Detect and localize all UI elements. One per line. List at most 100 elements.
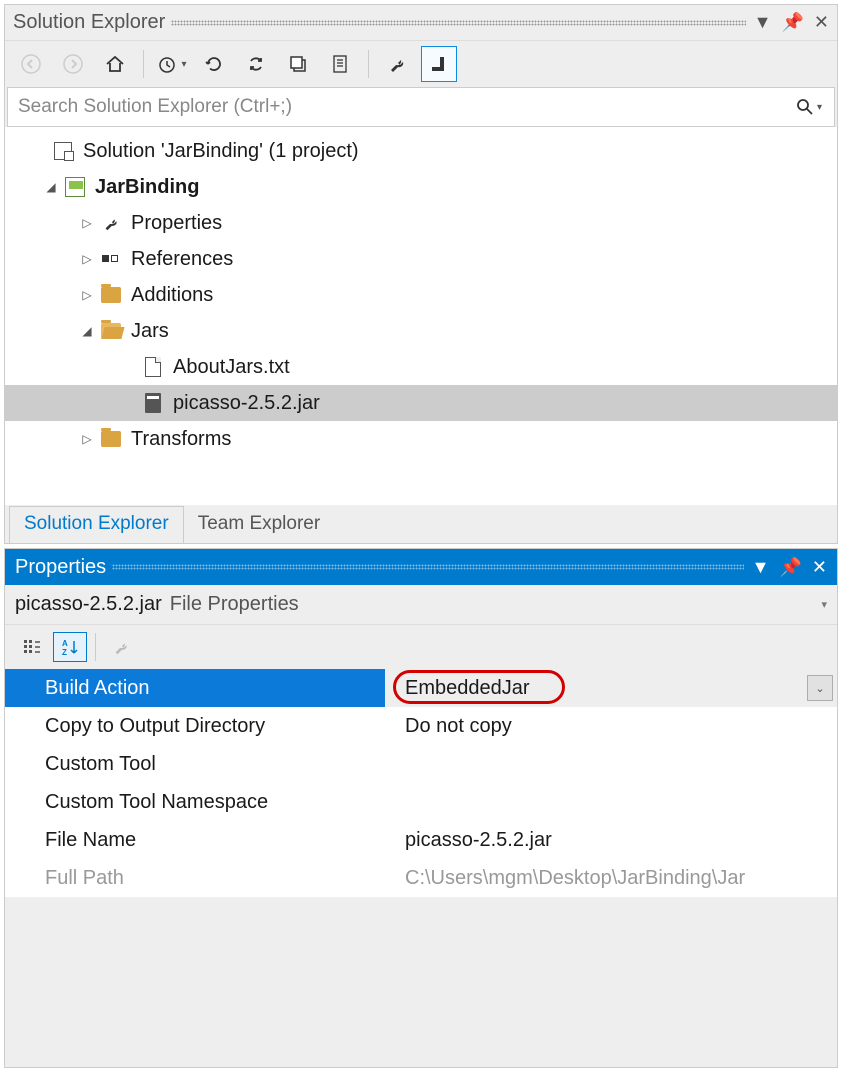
properties-file-type: File Properties [170,593,299,616]
aboutjars-node[interactable]: AboutJars.txt [5,349,837,385]
show-all-button[interactable] [322,46,358,82]
svg-text:A: A [62,639,68,648]
toolbar-separator [143,50,144,78]
preview-button[interactable] [421,46,457,82]
arrow-left-icon [21,54,41,74]
prop-value[interactable]: picasso-2.5.2.jar [385,821,837,859]
clock-icon [157,53,179,75]
search-input[interactable] [8,96,784,118]
expander-icon[interactable]: ▷ [77,252,97,266]
expander-icon[interactable]: ◢ [77,324,97,338]
solution-icon [49,140,77,162]
node-label: Properties [131,212,222,235]
prop-row-file-name[interactable]: File Name picasso-2.5.2.jar [5,821,837,859]
properties-grid: Build Action EmbeddedJar ⌄ Copy to Outpu… [5,669,837,897]
prop-row-custom-ns[interactable]: Custom Tool Namespace [5,783,837,821]
close-icon[interactable]: ✕ [814,12,829,33]
node-label: AboutJars.txt [173,356,290,379]
document-lines-icon [330,54,350,74]
prop-value-build-action[interactable]: EmbeddedJar ⌄ [385,669,837,707]
prop-value: C:\Users\mgm\Desktop\JarBinding\Jar [385,859,837,897]
expander-icon[interactable]: ▷ [77,288,97,302]
file-icon [139,356,167,378]
properties-subheader[interactable]: picasso-2.5.2.jar File Properties ▾ [5,585,837,625]
tab-solution-explorer[interactable]: Solution Explorer [9,506,184,543]
property-pages-button[interactable] [104,632,138,662]
prop-value-text: C:\Users\mgm\Desktop\JarBinding\Jar [405,867,745,890]
additions-node[interactable]: ▷ Additions [5,277,837,313]
dropdown-button[interactable]: ⌄ [807,675,833,701]
forward-button[interactable] [55,46,91,82]
search-button[interactable]: ▾ [784,98,834,116]
pin-icon[interactable]: 📌 [781,12,803,33]
dropdown-icon[interactable]: ▼ [752,557,770,578]
transforms-node[interactable]: ▷ Transforms [5,421,837,457]
arrow-right-icon [63,54,83,74]
prop-value-text: Do not copy [405,715,512,738]
prop-value[interactable] [385,745,837,783]
collapse-button[interactable] [280,46,316,82]
properties-toolbar: A Z [5,625,837,669]
sync-button[interactable] [238,46,274,82]
prop-key: File Name [5,821,385,859]
close-icon[interactable]: ✕ [812,557,827,578]
preview-icon [429,54,449,74]
properties-header: Properties ▼ 📌 ✕ [5,549,837,585]
tab-team-explorer[interactable]: Team Explorer [184,507,335,543]
toolbar-separator [95,633,96,661]
node-label: JarBinding [95,176,199,199]
node-label: Solution 'JarBinding' (1 project) [83,140,359,163]
alphabetical-button[interactable]: A Z [53,632,87,662]
node-label: Transforms [131,428,231,451]
solution-tree: Solution 'JarBinding' (1 project) ◢ JarB… [5,127,837,505]
wrench-icon [112,638,130,656]
prop-key: Build Action [5,669,385,707]
prop-value[interactable]: Do not copy [385,707,837,745]
expander-icon[interactable]: ▷ [77,216,97,230]
properties-title: Properties [15,556,106,579]
properties-node[interactable]: ▷ Properties [5,205,837,241]
folder-icon [97,428,125,450]
dropdown-icon[interactable]: ▼ [754,12,772,33]
solution-explorer-header: Solution Explorer ▼ 📌 ✕ [5,5,837,41]
solution-node[interactable]: Solution 'JarBinding' (1 project) [5,133,837,169]
node-label: picasso-2.5.2.jar [173,392,320,415]
prop-row-build-action[interactable]: Build Action EmbeddedJar ⌄ [5,669,837,707]
prop-row-copy-output[interactable]: Copy to Output Directory Do not copy [5,707,837,745]
project-icon [61,176,89,198]
refresh-button[interactable] [196,46,232,82]
prop-row-full-path[interactable]: Full Path C:\Users\mgm\Desktop\JarBindin… [5,859,837,897]
picasso-jar-node[interactable]: picasso-2.5.2.jar [5,385,837,421]
search-bar: ▾ [7,87,835,127]
expander-icon[interactable]: ◢ [41,180,61,194]
prop-key: Custom Tool Namespace [5,783,385,821]
jars-node[interactable]: ◢ Jars [5,313,837,349]
stack-icon [288,54,308,74]
panel-tabs: Solution Explorer Team Explorer [5,505,837,543]
prop-row-custom-tool[interactable]: Custom Tool [5,745,837,783]
properties-button[interactable] [379,46,415,82]
properties-file-name: picasso-2.5.2.jar [15,593,162,616]
home-icon [104,53,126,75]
categorize-button[interactable] [15,632,49,662]
prop-value-text: picasso-2.5.2.jar [405,829,552,852]
expander-icon[interactable]: ▷ [77,432,97,446]
prop-key: Custom Tool [5,745,385,783]
references-node[interactable]: ▷ References [5,241,837,277]
scope-button[interactable]: ▾ [154,46,190,82]
properties-description-area [5,897,837,987]
back-button[interactable] [13,46,49,82]
pin-icon[interactable]: 📌 [779,557,801,578]
project-node[interactable]: ◢ JarBinding [5,169,837,205]
search-icon [796,98,814,116]
home-button[interactable] [97,46,133,82]
jar-icon [139,392,167,414]
header-grip [112,564,744,570]
prop-value[interactable] [385,783,837,821]
references-icon [97,248,125,270]
prop-value-text: EmbeddedJar [405,677,530,700]
dropdown-chevron-icon[interactable]: ▾ [821,598,827,611]
sort-az-icon: A Z [60,637,80,657]
header-grip [171,20,745,26]
wrench-icon [387,54,407,74]
